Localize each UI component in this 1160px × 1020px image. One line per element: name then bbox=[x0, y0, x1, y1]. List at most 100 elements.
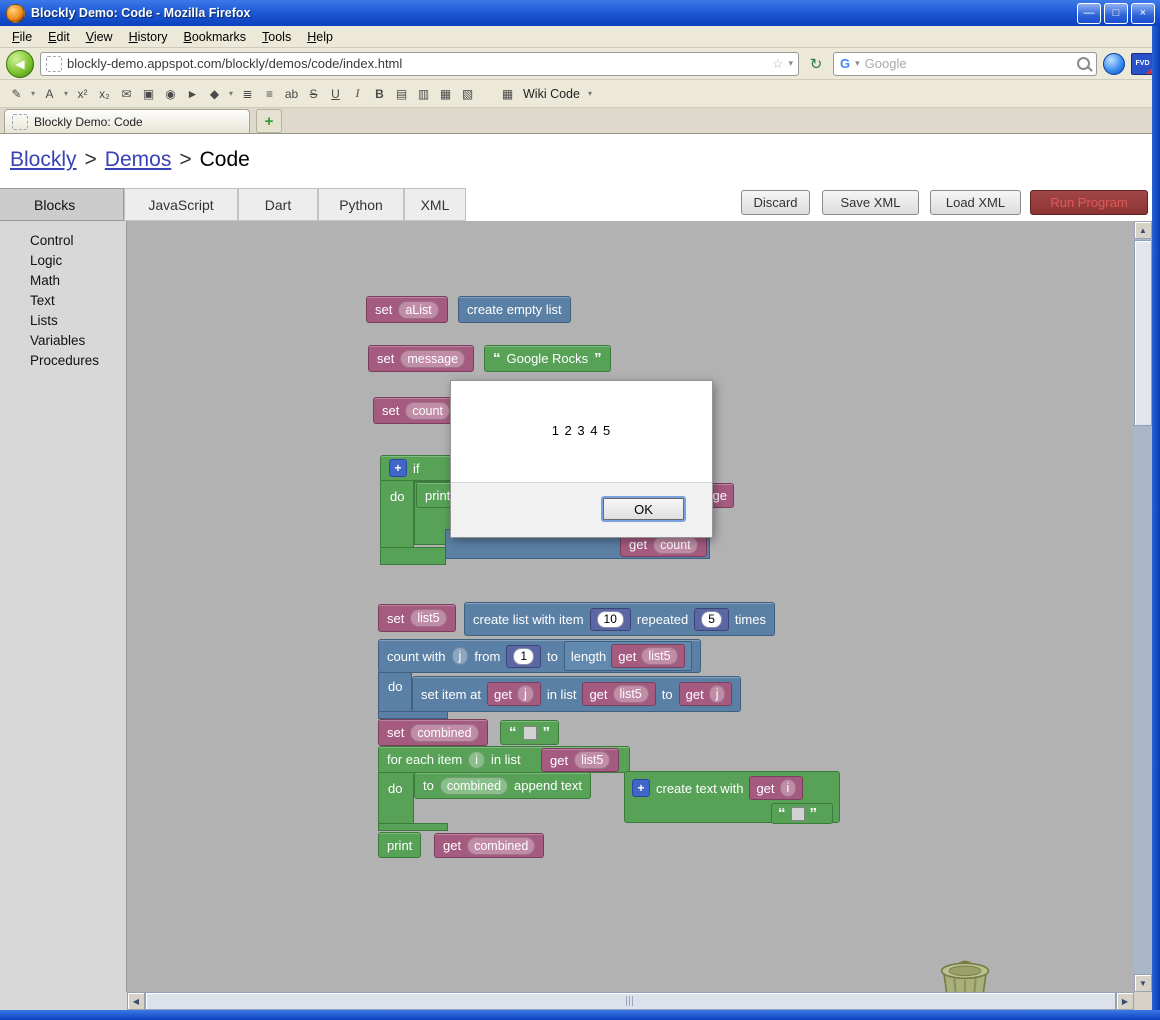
email-icon[interactable]: ✉ bbox=[116, 84, 137, 103]
block-create-text-with[interactable]: + create text with get i “ ” bbox=[624, 771, 840, 824]
block-get-combined[interactable]: get combined bbox=[434, 833, 545, 858]
url-bar[interactable]: blockly-demo.appspot.com/blockly/demos/c… bbox=[40, 51, 799, 76]
var-field-list5[interactable]: list5 bbox=[410, 609, 447, 627]
search-icon[interactable] bbox=[1077, 57, 1090, 70]
var-field-j[interactable]: j bbox=[451, 647, 469, 665]
block-get-list5[interactable]: get list5 bbox=[541, 748, 620, 772]
category-control[interactable]: Control bbox=[30, 230, 74, 250]
block-set-alist[interactable]: set aList bbox=[366, 296, 448, 323]
highlight-icon[interactable]: ◆ bbox=[204, 84, 225, 103]
reload-icon[interactable]: ↻ bbox=[805, 53, 827, 75]
empty-text-field[interactable] bbox=[522, 725, 537, 740]
search-placeholder[interactable]: Google bbox=[865, 56, 1072, 71]
var-field-i[interactable]: i bbox=[468, 750, 485, 769]
block-if-bottom[interactable] bbox=[380, 547, 446, 565]
var-field-alist[interactable]: aList bbox=[398, 300, 439, 319]
new-tab-button[interactable]: + bbox=[256, 109, 282, 133]
addon-orb-icon[interactable] bbox=[1103, 52, 1125, 75]
block-text-google-rocks[interactable]: “ Google Rocks ” bbox=[484, 345, 611, 372]
scroll-left-icon[interactable]: ◀ bbox=[127, 992, 145, 1010]
maximize-button[interactable]: □ bbox=[1104, 2, 1128, 24]
subscript-icon[interactable]: x₂ bbox=[94, 84, 115, 103]
tab-python[interactable]: Python bbox=[318, 188, 404, 221]
number-field[interactable]: 1 bbox=[513, 647, 535, 665]
number-field[interactable]: 5 bbox=[701, 610, 722, 628]
var-field-count[interactable]: count bbox=[405, 401, 450, 420]
tab-blocks[interactable]: Blocks bbox=[0, 188, 124, 221]
category-math[interactable]: Math bbox=[30, 270, 60, 290]
go-icon[interactable]: ► bbox=[182, 84, 203, 103]
url-dropdown-icon[interactable]: ▾ bbox=[788, 58, 793, 69]
bullet-list-icon[interactable]: ≡ bbox=[259, 84, 280, 103]
var-field-j[interactable]: j bbox=[517, 685, 534, 703]
var-field-j[interactable]: j bbox=[708, 685, 726, 703]
block-create-empty-list[interactable]: create empty list bbox=[458, 296, 571, 323]
mutator-plus-icon[interactable]: + bbox=[389, 459, 407, 477]
var-field-count[interactable]: count bbox=[653, 535, 698, 554]
discard-button[interactable]: Discard bbox=[741, 190, 810, 215]
block-empty-text[interactable]: “ ” bbox=[500, 720, 559, 745]
wiki-code-label[interactable]: Wiki Code bbox=[523, 87, 580, 101]
back-icon[interactable]: ◀ bbox=[6, 49, 34, 78]
var-field-list5[interactable]: list5 bbox=[612, 685, 649, 703]
menu-edit[interactable]: Edit bbox=[40, 28, 78, 46]
menu-file[interactable]: File bbox=[4, 28, 40, 46]
minimize-button[interactable]: — bbox=[1077, 2, 1101, 24]
bold-icon[interactable]: B bbox=[369, 84, 390, 103]
scroll-right-icon[interactable]: ▶ bbox=[1116, 992, 1134, 1010]
menu-bookmarks[interactable]: Bookmarks bbox=[176, 28, 255, 46]
font-icon[interactable]: A bbox=[39, 84, 60, 103]
underline-icon[interactable]: U bbox=[325, 84, 346, 103]
block-print[interactable]: print bbox=[378, 832, 422, 858]
horizontal-scrollbar[interactable]: ◀ ▶ bbox=[127, 992, 1134, 1010]
horizontal-scrollbar-thumb[interactable] bbox=[145, 992, 1116, 1010]
block-get-j[interactable]: get j bbox=[678, 682, 733, 706]
italic-icon[interactable]: I bbox=[347, 84, 368, 103]
block-count-do-spine[interactable]: do bbox=[378, 672, 412, 712]
block-get-list5[interactable]: get list5 bbox=[611, 644, 685, 668]
footnote-icon[interactable]: ab bbox=[281, 84, 302, 103]
menu-view[interactable]: View bbox=[78, 28, 121, 46]
block-set-message[interactable]: set message bbox=[368, 345, 475, 372]
wiki-code-control[interactable]: ▦ Wiki Code ▾ bbox=[497, 84, 595, 103]
block-set-item-at[interactable]: set item at get j in list get list5 to g… bbox=[412, 676, 742, 712]
image-icon[interactable]: ▣ bbox=[138, 84, 159, 103]
block-create-list-with-item[interactable]: create list with item 10 repeated 5 time… bbox=[464, 602, 775, 636]
block-number-5[interactable]: 5 bbox=[694, 607, 729, 631]
var-field-message[interactable]: message bbox=[400, 349, 466, 368]
scroll-up-icon[interactable]: ▲ bbox=[1134, 221, 1152, 239]
breadcrumb-blockly-link[interactable]: Blockly bbox=[10, 148, 77, 171]
block-number-1[interactable]: 1 bbox=[506, 644, 542, 668]
var-field-list5[interactable]: list5 bbox=[641, 647, 678, 665]
block-get-j[interactable]: get j bbox=[486, 682, 541, 706]
vertical-scrollbar[interactable]: ▲ ▼ bbox=[1134, 221, 1152, 992]
block-get-i[interactable]: get i bbox=[749, 776, 804, 800]
var-field-i[interactable]: i bbox=[779, 779, 797, 797]
empty-text-field[interactable] bbox=[790, 806, 805, 821]
pencil-icon[interactable]: ✎ bbox=[6, 84, 27, 103]
align-right-icon[interactable]: ▦ bbox=[435, 84, 456, 103]
category-variables[interactable]: Variables bbox=[30, 330, 85, 350]
category-lists[interactable]: Lists bbox=[30, 310, 58, 330]
url-text[interactable]: blockly-demo.appspot.com/blockly/demos/c… bbox=[67, 56, 767, 71]
category-logic[interactable]: Logic bbox=[30, 250, 62, 270]
block-count-bottom[interactable] bbox=[378, 711, 448, 719]
font-dropdown-icon[interactable]: ▾ bbox=[61, 84, 71, 103]
block-count-loop[interactable]: count with j from 1 to length get list5 bbox=[378, 639, 701, 673]
search-box[interactable]: G ▾ Google bbox=[833, 51, 1097, 76]
highlight-dropdown-icon[interactable]: ▾ bbox=[226, 84, 236, 103]
tab-javascript[interactable]: JavaScript bbox=[124, 188, 238, 221]
text-field[interactable]: Google Rocks bbox=[507, 351, 589, 366]
menu-help[interactable]: Help bbox=[299, 28, 341, 46]
block-foreach-do-spine[interactable]: do bbox=[378, 772, 414, 824]
strikethrough-icon[interactable]: S bbox=[303, 84, 324, 103]
number-field[interactable]: 10 bbox=[596, 610, 624, 628]
block-empty-text[interactable]: “ ” bbox=[771, 803, 833, 824]
category-text[interactable]: Text bbox=[30, 290, 55, 310]
block-if-do-spine[interactable]: do bbox=[380, 480, 414, 548]
var-field-list5[interactable]: list5 bbox=[574, 751, 611, 769]
block-set-count[interactable]: set count bbox=[373, 397, 459, 424]
ok-button[interactable]: OK bbox=[601, 496, 686, 522]
block-get-list5[interactable]: get list5 bbox=[582, 682, 656, 706]
tab-xml[interactable]: XML bbox=[404, 188, 466, 221]
